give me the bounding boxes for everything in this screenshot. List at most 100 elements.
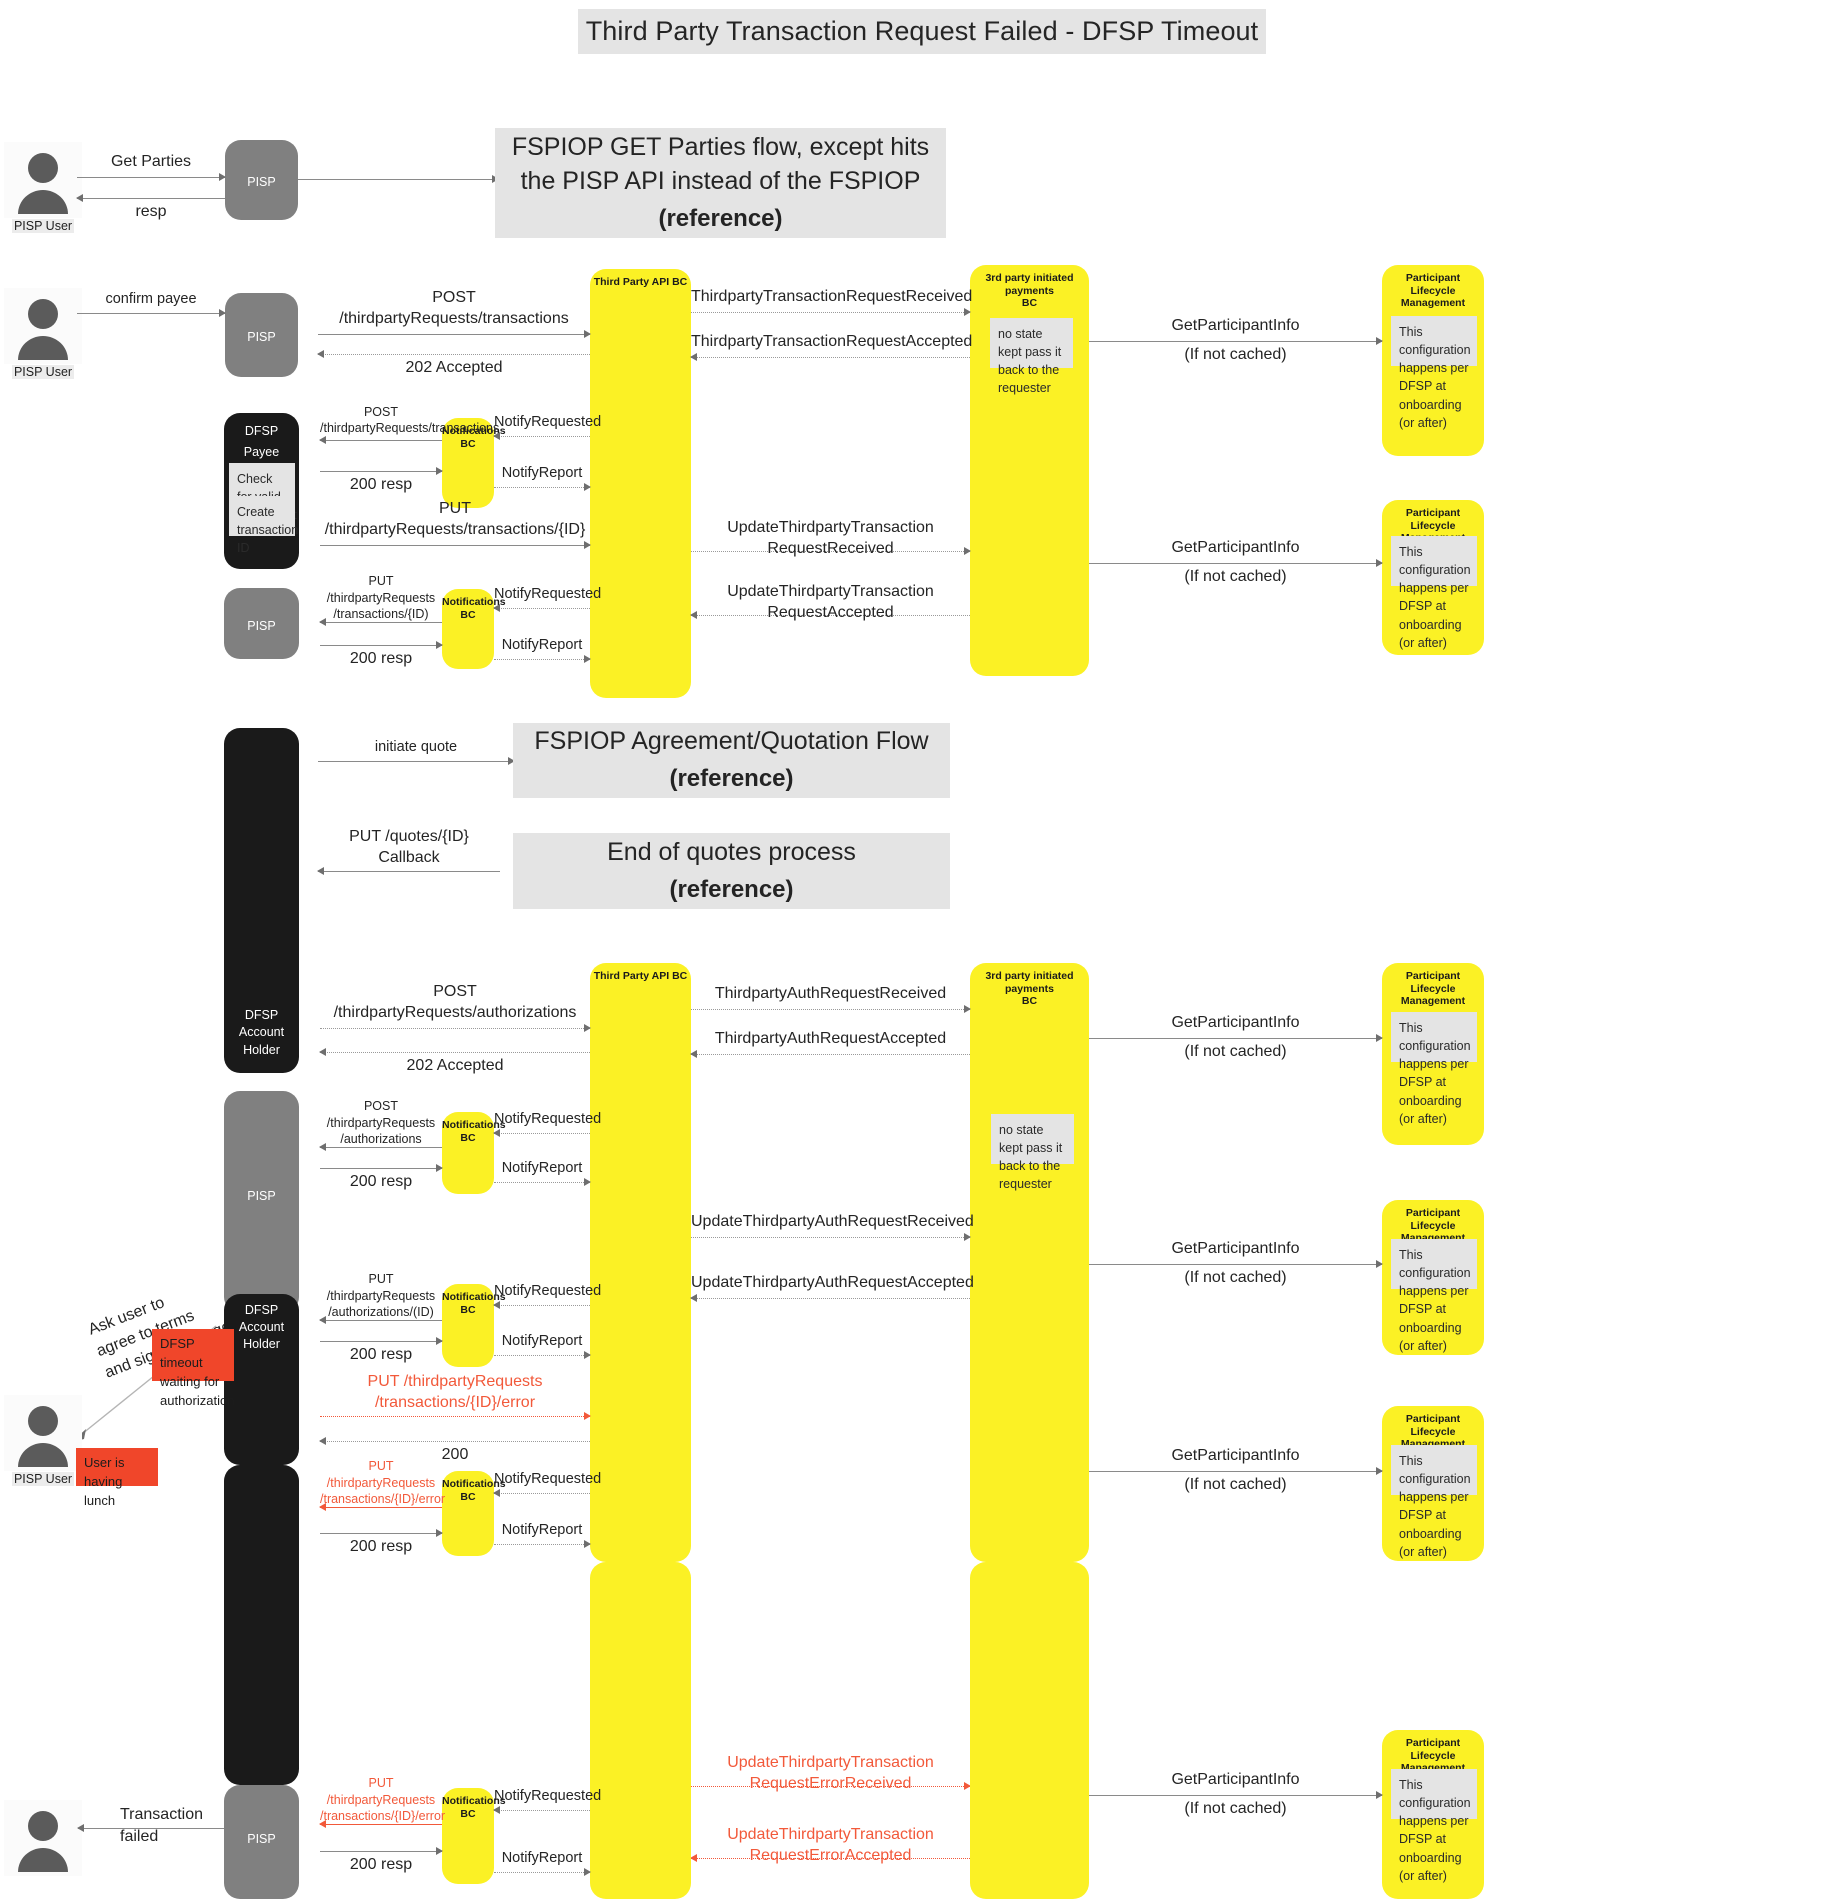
arrow-notify-report-2: NotifyReport — [494, 637, 591, 667]
arrow-label: UpdateThirdpartyAuthRequestAccepted — [691, 1274, 974, 1292]
lifeline-label: Notifications BC — [442, 1291, 506, 1316]
arrow-202-accepted-1: 202 Accepted — [317, 345, 590, 376]
lifeline-label: Participant Lifecycle Management — [1400, 970, 1466, 1008]
lifeline-3rd-party-payments-bc-2: 3rd party initiated payments BC — [970, 963, 1089, 1562]
arrow-get-participant-info-5: GetParticipantInfo (If not cached) — [1089, 1447, 1383, 1493]
arrow-label: POST /thirdpartyRequests/authorizations — [333, 983, 577, 1022]
arrow-post-tpr-transactions: POST /thirdpartyRequests/transactions — [318, 289, 591, 343]
arrow-resp: resp — [76, 189, 225, 220]
arrow-200-resp-4: 200 resp — [320, 1333, 443, 1363]
lifeline-dfsp-account-holder-1: DFSP Account Holder — [224, 728, 299, 1073]
arrow-tp-txn-req-received: ThirdpartyTransactionRequestReceived — [691, 288, 972, 321]
arrow-put-tpr-authorizations-id: PUT /thirdpartyRequests /authorizations/… — [319, 1272, 442, 1328]
arrow-label: NotifyReport — [501, 1160, 583, 1177]
arrow-label: 200 resp — [349, 1856, 413, 1873]
actor-pisp-user-3: PISP User — [4, 1395, 82, 1486]
lifeline-label: 3rd party initiated payments BC — [985, 272, 1074, 310]
arrow-label: 200 resp — [349, 1538, 413, 1555]
arrow-label: PUT /thirdpartyRequests /transactions/{I… — [320, 1459, 446, 1506]
lifeline-label: Notifications BC — [442, 1478, 506, 1503]
sequence-diagram-canvas: Third Party Transaction Request Failed -… — [0, 0, 1830, 1899]
reference-sub: (reference) — [669, 765, 794, 793]
note-create-transaction-id: Create transaction ID — [229, 496, 298, 555]
reference-quotation-flow: FSPIOP Agreement/Quotation Flow (referen… — [513, 723, 950, 798]
reference-text: FSPIOP GET Parties flow, except hits the… — [511, 133, 930, 195]
lifeline-pisp-1: PISP — [225, 140, 298, 220]
arrow-label: initiate quote — [374, 739, 458, 756]
note-plm-config-4: This configuration happens per DFSP at o… — [1391, 1239, 1477, 1353]
arrow-label: GetParticipantInfo — [1171, 1014, 1300, 1032]
arrow-notify-requested-3: NotifyRequested — [493, 1111, 601, 1141]
reference-sub: (reference) — [658, 204, 783, 232]
arrow-notify-requested-5: NotifyRequested — [493, 1471, 601, 1501]
arrow-post-tpr-authorizations-wrapped: POST /thirdpartyRequests /authorizations — [319, 1099, 442, 1155]
arrow-sublabel: (If not cached) — [1184, 568, 1287, 585]
reference-text: FSPIOP Agreement/Quotation Flow — [534, 727, 929, 756]
arrow-label: 200 resp — [349, 650, 413, 667]
arrow-label: NotifyRequested — [494, 414, 602, 431]
lifeline-label-line2: Payee — [243, 445, 280, 459]
note-plm-config-3: This configuration happens per DFSP at o… — [1391, 1012, 1477, 1126]
arrow-200-resp-3: 200 resp — [320, 1160, 443, 1190]
arrow-sublabel: (If not cached) — [1184, 1269, 1287, 1286]
arrow-put-tpr-transactions-error-bottom: PUT /thirdpartyRequests /transactions/{I… — [319, 1776, 445, 1832]
reference-end-of-quotes: End of quotes process (reference) — [513, 833, 950, 909]
arrow-sublabel: (If not cached) — [1184, 1476, 1287, 1493]
actor-label: PISP User — [11, 365, 75, 379]
arrow-label: UpdateThirdpartyAuthRequestReceived — [691, 1213, 974, 1231]
arrow-label: ThirdpartyTransactionRequestReceived — [691, 288, 973, 306]
arrow-200-resp-2: 200 resp — [320, 637, 443, 667]
arrow-label: PUT /thirdpartyRequests /transactions/{I… — [326, 574, 436, 621]
arrow-label: Get Parties — [110, 153, 192, 171]
person-icon — [4, 1800, 82, 1876]
arrow-label: Transaction failed — [120, 1806, 203, 1845]
arrow-update-tp-auth-req-received: UpdateThirdpartyAuthRequestReceived — [691, 1213, 974, 1246]
actor-label: PISP User — [11, 1472, 75, 1486]
arrow-get-participant-info-4: GetParticipantInfo (If not cached) — [1089, 1240, 1383, 1286]
arrow-label: PUT /thirdpartyRequests/transactions/{ID… — [324, 500, 586, 539]
person-icon — [4, 288, 82, 364]
lifeline-label-line2: Account Holder — [238, 1320, 285, 1351]
arrow-label: NotifyRequested — [494, 1471, 602, 1488]
note-no-state-kept: no state kept pass it back to the reques… — [990, 318, 1073, 395]
arrow-label: ThirdpartyAuthRequestReceived — [714, 985, 947, 1003]
arrow-200-resp-6: 200 resp — [320, 1843, 443, 1873]
lifeline-dfsp-account-holder-3 — [224, 1465, 299, 1785]
arrow-put-quotes-callback: PUT /quotes/{ID} Callback — [317, 828, 500, 879]
lifeline-label: DFSP Account Holder — [224, 1007, 299, 1060]
reference-text: End of quotes process — [607, 837, 856, 866]
arrow-label: 200 resp — [349, 1346, 413, 1363]
lifeline-pisp-2: PISP — [225, 293, 298, 377]
lifeline-notifications-bc-2: Notifications BC — [442, 589, 506, 669]
page-title: Third Party Transaction Request Failed -… — [578, 9, 1266, 54]
arrow-label: PUT /thirdpartyRequests /transactions/{I… — [367, 1373, 543, 1412]
arrow-sublabel: (If not cached) — [1184, 1043, 1287, 1060]
arrow-update-tp-txn-req-accepted: UpdateThirdpartyTransaction RequestAccep… — [690, 583, 970, 624]
arrow-label: POST /thirdpartyRequests/transactions — [339, 289, 569, 328]
lifeline-label: PISP — [247, 1189, 276, 1203]
arrow-notify-report-4: NotifyReport — [494, 1333, 591, 1363]
arrow-get-parties: Get Parties — [77, 153, 226, 186]
arrow-notify-report-1: NotifyReport — [494, 465, 591, 495]
lifeline-notifications-bc-4: Notifications BC — [442, 1284, 506, 1367]
arrow-label: NotifyReport — [501, 1333, 583, 1350]
note-plm-config-5: This configuration happens per DFSP at o… — [1391, 1445, 1477, 1559]
arrow-label: POST /thirdpartyRequests/transactions — [320, 404, 500, 435]
arrow-label: PUT /thirdpartyRequests /transactions/{I… — [320, 1776, 446, 1823]
arrow-label: NotifyRequested — [494, 1111, 602, 1128]
actor-pisp-user-4 — [4, 1800, 82, 1876]
arrow-label: confirm payee — [105, 291, 197, 308]
lifeline-label: PISP — [247, 175, 276, 189]
lifeline-label: Third Party API BC — [593, 276, 688, 288]
arrow-label: GetParticipantInfo — [1171, 539, 1300, 557]
lifeline-third-party-api-bc-2: Third Party API BC — [590, 963, 691, 1562]
arrow-label: 200 resp — [349, 476, 413, 493]
arrow-notify-requested-2: NotifyRequested — [493, 586, 601, 616]
lifeline-notifications-bc-3: Notifications BC — [442, 1112, 506, 1194]
arrow-label: NotifyRequested — [494, 1283, 602, 1300]
person-icon — [4, 142, 82, 218]
arrow-confirm-payee: confirm payee — [77, 291, 226, 322]
arrow-put-tpr-transactions-error-small: PUT /thirdpartyRequests /transactions/{I… — [319, 1459, 445, 1515]
lifeline-pisp-6: PISP — [224, 1785, 299, 1899]
arrow-label: UpdateThirdpartyTransaction RequestError… — [727, 1754, 934, 1793]
